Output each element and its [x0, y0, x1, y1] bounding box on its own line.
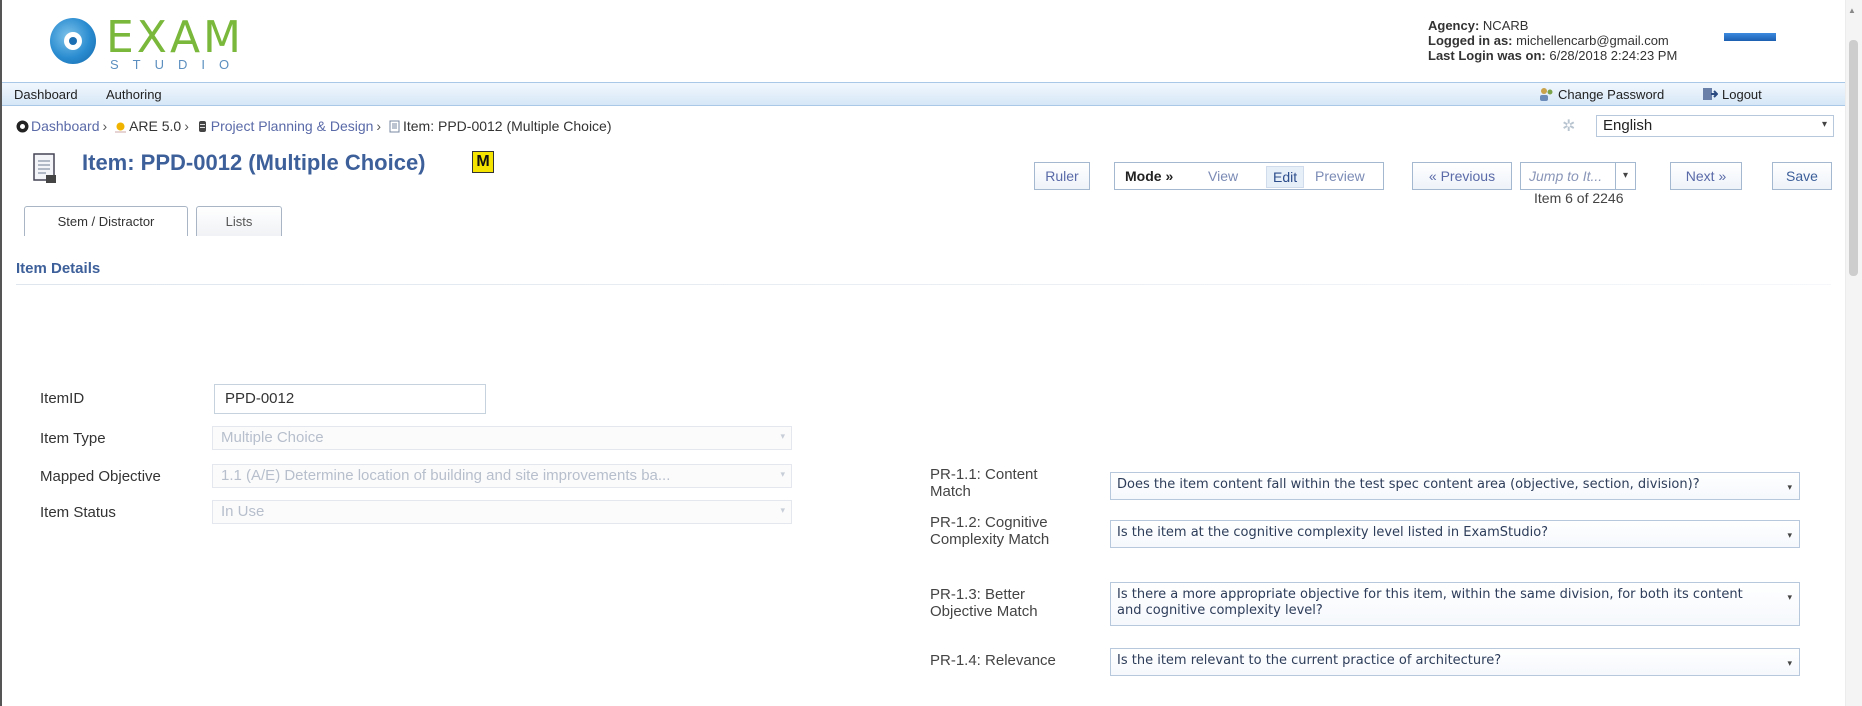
item-position: Item 6 of 2246	[1534, 190, 1624, 206]
mode-label: Mode »	[1125, 168, 1174, 184]
pr-cognitive-match-select[interactable]: Is the item at the cognitive complexity …	[1110, 520, 1800, 548]
logo-text: EXAM	[106, 12, 245, 63]
pr-relevance-value: Is the item relevant to the current prac…	[1117, 653, 1502, 668]
logout-link[interactable]: Logout	[1702, 87, 1762, 102]
document-icon	[389, 120, 400, 133]
breadcrumb: Dashboard › ARE 5.0 › Project Planning & D…	[16, 118, 612, 134]
pr-cognitive-match-value: Is the item at the cognitive complexity …	[1117, 525, 1549, 540]
brand-logo	[1724, 33, 1776, 41]
ruler-button[interactable]: Ruler	[1034, 162, 1090, 190]
pr-cognitive-match-label: PR-1.2: Cognitive Complexity Match	[930, 514, 1050, 548]
agency-label: Agency:	[1428, 18, 1480, 33]
pr-content-match-value: Does the item content fall within the te…	[1117, 477, 1700, 492]
item-id-input[interactable]: PPD-0012	[214, 384, 486, 414]
tab-lists[interactable]: Lists	[196, 206, 282, 236]
breadcrumb-current: Item: PPD-0012 (Multiple Choice)	[402, 118, 612, 134]
chevron-down-icon[interactable]: ▾	[1615, 163, 1635, 189]
logged-in-label: Logged in as:	[1428, 33, 1513, 48]
logout-icon	[1703, 88, 1718, 100]
change-password-label: Change Password	[1558, 87, 1665, 102]
language-select[interactable]: English ▾	[1596, 115, 1834, 137]
previous-button[interactable]: « Previous	[1412, 162, 1512, 190]
page: EXAM STUDIO Agency: NCARB Logged in as: …	[0, 0, 1845, 706]
users-icon	[1540, 88, 1553, 101]
last-login-value: 6/28/2018 2:24:23 PM	[1549, 48, 1678, 63]
logo-subtext: STUDIO	[110, 57, 244, 72]
scroll-up-icon[interactable]: ▲	[1848, 6, 1856, 15]
jump-to-item-placeholder: Jump to It...	[1529, 168, 1603, 184]
pr-objective-match-value: Is there a more appropriate objective fo…	[1117, 587, 1743, 618]
breadcrumb-division[interactable]: Project Planning & Design	[211, 118, 374, 134]
jump-to-item-input[interactable]: Jump to It... ▾	[1520, 162, 1636, 190]
logout-label: Logout	[1722, 87, 1762, 102]
agency-value: NCARB	[1482, 18, 1529, 33]
mapped-objective-select: 1.1 (A/E) Determine location of building…	[212, 464, 792, 488]
pr-content-match-select[interactable]: Does the item content fall within the te…	[1110, 472, 1800, 500]
pr-objective-match-select[interactable]: Is there a more appropriate objective fo…	[1110, 582, 1800, 626]
database-icon	[198, 121, 206, 132]
item-status-select: In Use ▾	[212, 500, 792, 524]
section-divider	[16, 284, 1831, 285]
next-button[interactable]: Next »	[1670, 162, 1742, 190]
logo-icon	[50, 18, 96, 64]
mode-edit-button[interactable]: Edit	[1266, 166, 1305, 188]
section-title: Item Details	[16, 260, 101, 277]
breadcrumb-program[interactable]: ARE 5.0	[129, 118, 181, 134]
mode-preview-button[interactable]: Preview	[1315, 163, 1365, 189]
top-nav: Dashboard Authoring Change Password Logo…	[2, 82, 1845, 106]
tab-stem-distractor[interactable]: Stem / Distractor	[24, 206, 188, 236]
chevron-down-icon: ▾	[780, 505, 785, 515]
item-status-label: Item Status	[40, 504, 116, 521]
item-type-badge: M	[472, 151, 494, 173]
breadcrumb-separator: ›	[376, 118, 382, 134]
nav-dashboard[interactable]: Dashboard	[14, 87, 78, 102]
mode-switcher: Mode » View Edit Preview	[1114, 162, 1384, 190]
item-status-value: In Use	[221, 503, 265, 520]
pr-relevance-select[interactable]: Is the item relevant to the current prac…	[1110, 648, 1800, 676]
mode-view-button[interactable]: View	[1208, 163, 1238, 189]
scrollbar-thumb[interactable]	[1849, 40, 1858, 276]
item-id-label: ItemID	[40, 390, 85, 407]
change-password-link[interactable]: Change Password	[1538, 87, 1664, 102]
pr-objective-match-label: PR-1.3: Better Objective Match	[930, 586, 1038, 620]
item-type-select: Multiple Choice ▾	[212, 426, 792, 450]
logged-in-value: michellencarb@gmail.com	[1516, 33, 1669, 48]
chevron-down-icon: ▾	[1787, 593, 1792, 603]
user-info: Agency: NCARB Logged in as: michellencar…	[1428, 18, 1677, 63]
item-type-label: Item Type	[40, 430, 106, 447]
chevron-down-icon: ▾	[1787, 659, 1792, 669]
page-title: Item: PPD-0012 (Multiple Choice)	[82, 150, 426, 175]
chevron-down-icon: ▾	[1787, 483, 1792, 493]
translate-icon: ✲	[1562, 118, 1576, 135]
last-login-label: Last Login was on:	[1428, 48, 1546, 63]
chevron-down-icon: ▾	[780, 469, 785, 479]
save-button[interactable]: Save	[1772, 162, 1832, 190]
mapped-objective-label: Mapped Objective	[40, 468, 161, 485]
breadcrumb-separator: ›	[184, 118, 189, 134]
dashboard-icon	[16, 120, 29, 133]
chevron-down-icon: ▾	[780, 431, 785, 441]
pr-relevance-label: PR-1.4: Relevance	[930, 652, 1056, 669]
star-icon	[115, 122, 127, 133]
mapped-objective-value: 1.1 (A/E) Determine location of building…	[221, 467, 671, 484]
breadcrumb-separator: ›	[102, 118, 108, 134]
item-type-value: Multiple Choice	[221, 429, 324, 446]
pr-content-match-label: PR-1.1: Content Match	[930, 466, 1038, 500]
language-value: English	[1603, 117, 1653, 134]
chevron-down-icon: ▾	[1821, 119, 1827, 130]
chevron-down-icon: ▾	[1787, 531, 1792, 541]
item-document-icon	[33, 153, 56, 183]
breadcrumb-dashboard[interactable]: Dashboard	[31, 118, 100, 134]
nav-authoring[interactable]: Authoring	[106, 87, 162, 102]
